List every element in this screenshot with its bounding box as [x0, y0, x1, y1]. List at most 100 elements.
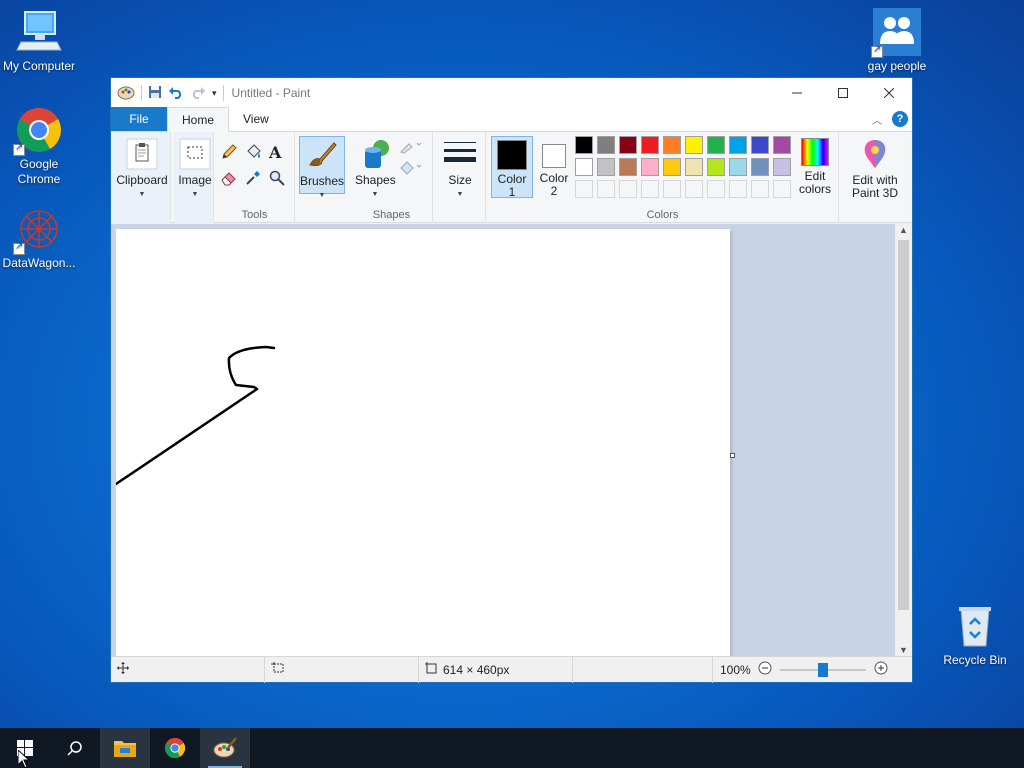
palette-swatch[interactable] — [597, 136, 615, 154]
search-button[interactable] — [50, 728, 100, 768]
save-icon[interactable] — [148, 85, 162, 102]
clipboard-group: Clipboard ▼ — [111, 132, 171, 223]
edit-with-paint3d-button[interactable]: Edit with Paint 3D — [844, 138, 906, 200]
color-picker-icon[interactable] — [245, 170, 261, 186]
eraser-icon[interactable] — [221, 170, 237, 186]
palette-swatch[interactable] — [597, 158, 615, 176]
custom-color-slot[interactable] — [641, 180, 659, 198]
scroll-up-icon[interactable]: ▲ — [899, 225, 908, 235]
collapse-ribbon-icon[interactable]: ︿ — [872, 112, 882, 127]
color1-button[interactable]: Color 1 — [491, 136, 533, 199]
brush-icon — [306, 139, 338, 171]
shortcut-arrow-icon — [13, 241, 25, 255]
custom-color-slot[interactable] — [663, 180, 681, 198]
palette-swatch[interactable] — [641, 158, 659, 176]
minimize-button[interactable] — [774, 78, 820, 108]
shapes-button[interactable]: Shapes ▼ — [355, 138, 396, 201]
palette-swatch[interactable] — [575, 136, 593, 154]
zoom-slider-thumb[interactable] — [818, 662, 828, 677]
palette-swatch[interactable] — [707, 136, 725, 154]
palette-swatch[interactable] — [685, 158, 703, 176]
custom-color-slot[interactable] — [575, 180, 593, 198]
search-icon — [67, 741, 82, 756]
close-button[interactable] — [866, 78, 912, 108]
status-bar: 614 × 460px 100% — [111, 656, 912, 683]
palette-swatch[interactable] — [619, 136, 637, 154]
chevron-down-icon: ▼ — [138, 191, 146, 198]
paint3d-icon — [859, 138, 891, 170]
edit-colors-button[interactable]: Edit colors — [797, 138, 833, 196]
palette-swatch[interactable] — [619, 158, 637, 176]
vertical-scrollbar[interactable]: ▲ ▼ — [895, 224, 912, 656]
custom-color-slot[interactable] — [773, 180, 791, 198]
palette-swatch[interactable] — [575, 158, 593, 176]
palette-swatch[interactable] — [641, 136, 659, 154]
canvas-resize-handle-right[interactable] — [730, 453, 735, 458]
palette-swatch[interactable] — [773, 136, 791, 154]
custom-color-slot[interactable] — [729, 180, 747, 198]
scrollbar-thumb[interactable] — [898, 240, 909, 610]
zoom-in-icon[interactable] — [874, 661, 888, 678]
palette-swatch[interactable] — [773, 158, 791, 176]
palette-swatch[interactable] — [729, 136, 747, 154]
zoom-out-icon[interactable] — [758, 661, 772, 678]
paint-app-icon[interactable] — [117, 84, 135, 103]
palette-swatch[interactable] — [663, 136, 681, 154]
maximize-button[interactable] — [820, 78, 866, 108]
selection-size-cell — [265, 656, 419, 683]
palette-swatch[interactable] — [751, 136, 769, 154]
rainbow-icon — [801, 138, 829, 166]
image-label: Image — [178, 173, 212, 187]
tab-file[interactable]: File — [111, 107, 167, 131]
clipboard-button[interactable]: Clipboard ▼ — [115, 138, 169, 201]
separator — [141, 85, 142, 101]
image-button[interactable]: Image ▼ — [176, 138, 214, 201]
desktop-icon-my-computer[interactable]: My Computer — [0, 8, 78, 74]
help-icon[interactable]: ? — [892, 111, 908, 127]
taskbar-paint[interactable] — [200, 728, 250, 768]
fill-bucket-icon[interactable] — [245, 144, 261, 160]
magnifier-icon[interactable] — [269, 170, 285, 186]
color2-button[interactable]: Color 2 — [537, 136, 571, 198]
ribbon-home: Clipboard ▼ Image ▼ A Tools Brushes ▼ Sh… — [111, 132, 912, 223]
desktop-icon-google-chrome[interactable]: Google Chrome — [0, 106, 78, 187]
customize-qa-dropdown-icon[interactable]: ▾ — [212, 88, 217, 99]
custom-color-slot[interactable] — [619, 180, 637, 198]
clipboard-label: Clipboard — [116, 173, 168, 187]
desktop-icon-datawagon[interactable]: DataWagon... — [0, 205, 78, 271]
color1-swatch — [497, 140, 527, 170]
chevron-down-icon: ▼ — [456, 191, 464, 198]
chevron-down-icon: ▼ — [191, 191, 199, 198]
paint3d-group: Edit with Paint 3D — [840, 132, 912, 223]
taskbar-file-explorer[interactable] — [100, 728, 150, 768]
taskbar-chrome[interactable] — [150, 728, 200, 768]
desktop-icon-recycle-bin[interactable]: Recycle Bin — [936, 602, 1014, 668]
size-button[interactable]: Size ▼ — [438, 138, 482, 201]
custom-color-slot[interactable] — [685, 180, 703, 198]
custom-color-slot[interactable] — [707, 180, 725, 198]
palette-swatch[interactable] — [729, 158, 747, 176]
taskbar — [0, 728, 1024, 768]
palette-swatch[interactable] — [663, 158, 681, 176]
text-icon[interactable]: A — [269, 143, 285, 162]
redo-icon[interactable] — [190, 85, 206, 102]
tab-view[interactable]: View — [229, 107, 283, 131]
palette-swatch[interactable] — [751, 158, 769, 176]
custom-color-slot[interactable] — [751, 180, 769, 198]
zoom-slider[interactable] — [780, 662, 866, 677]
custom-color-slot[interactable] — [597, 180, 615, 198]
undo-icon[interactable] — [168, 85, 184, 102]
datawagon-icon — [13, 205, 63, 255]
brushes-button[interactable]: Brushes ▼ — [299, 136, 345, 199]
drawing-canvas[interactable] — [114, 229, 730, 656]
tab-home[interactable]: Home — [167, 107, 230, 132]
pencil-icon[interactable] — [221, 144, 237, 160]
outline-icon[interactable] — [399, 138, 423, 154]
palette-swatch[interactable] — [707, 158, 725, 176]
shapes-icon — [359, 138, 391, 170]
desktop-icon-gay-people[interactable]: gay people — [858, 8, 936, 74]
shapes-group-label: Shapes — [372, 209, 411, 221]
fill-icon[interactable] — [399, 160, 423, 176]
palette-swatch[interactable] — [685, 136, 703, 154]
scroll-down-icon[interactable]: ▼ — [899, 645, 908, 655]
